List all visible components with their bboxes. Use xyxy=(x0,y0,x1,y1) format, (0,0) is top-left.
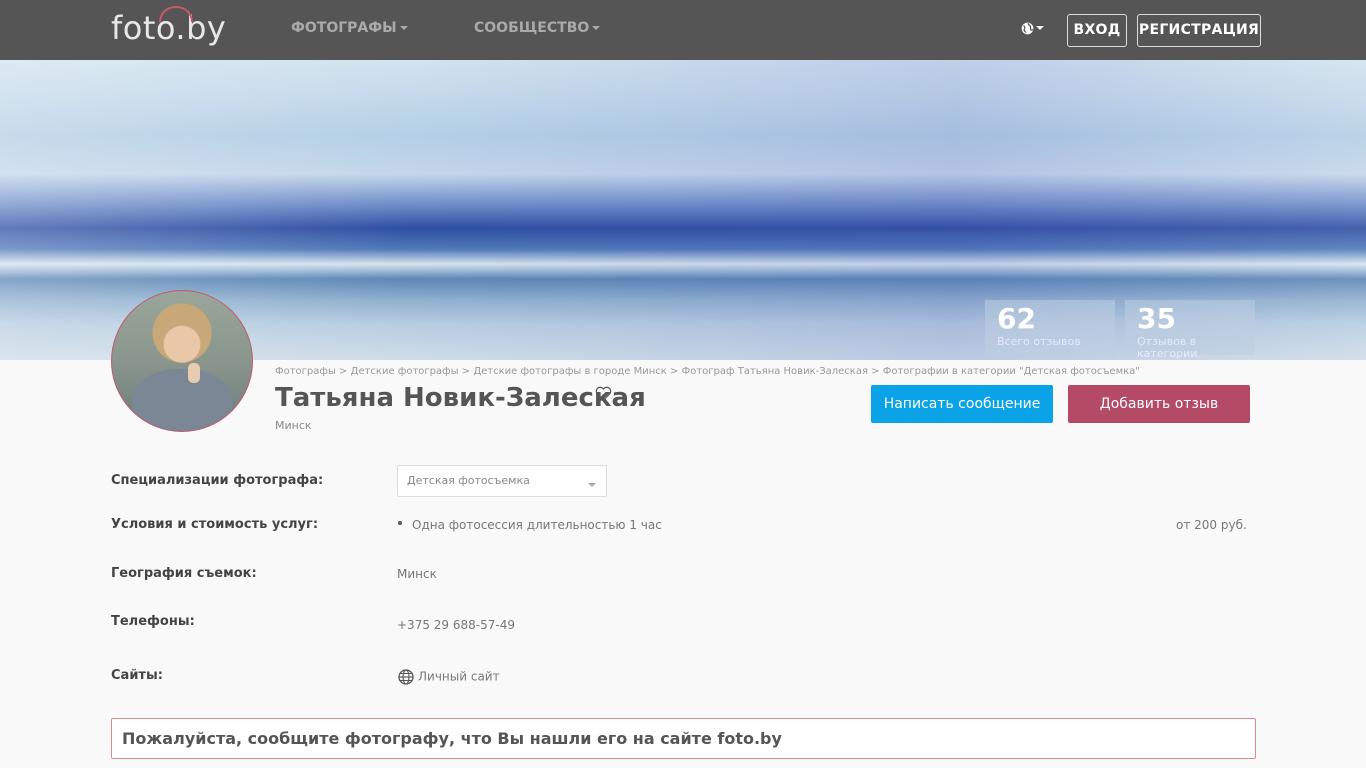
services-label: Условия и стоимость услуг: xyxy=(111,517,319,532)
add-review-button[interactable]: Добавить отзыв xyxy=(1068,385,1250,423)
nav-menu-community[interactable]: СООБЩЕСТВО xyxy=(474,20,601,36)
chevron-down-icon xyxy=(588,483,596,487)
top-navbar: foto.by ФОТОГРАФЫ СООБЩЕСТВО ВХОД РЕГИСТ… xyxy=(0,0,1366,60)
breadcrumb-separator: > xyxy=(339,366,348,377)
page-title: Татьяна Новик-Залеская xyxy=(275,383,646,413)
list-bullet xyxy=(398,521,402,525)
stat-total-reviews-label: Всего отзывов xyxy=(997,335,1081,348)
geography-label: География съемок: xyxy=(111,566,257,581)
stat-category-reviews[interactable]: 35 Отзывов в категории xyxy=(1125,300,1255,360)
register-button[interactable]: РЕГИСТРАЦИЯ xyxy=(1137,14,1261,47)
personal-site-link[interactable]: Личный сайт xyxy=(398,669,500,685)
specialization-select[interactable]: Детская фотосъемка xyxy=(397,465,607,497)
logo[interactable]: foto.by xyxy=(111,6,226,48)
breadcrumb-item[interactable]: Детские фотографы xyxy=(351,366,459,377)
breadcrumb-current: Фотографии в категории "Детская фотосъем… xyxy=(882,366,1140,377)
stat-category-reviews-label: Отзывов в категории xyxy=(1137,335,1198,360)
stat-category-reviews-value: 35 xyxy=(1137,302,1176,335)
breadcrumb-separator: > xyxy=(461,366,471,377)
personal-site-label: Личный сайт xyxy=(418,669,500,684)
notice-box: Пожалуйста, сообщите фотографу, что Вы н… xyxy=(111,718,1256,759)
phones-label: Телефоны: xyxy=(111,614,195,629)
caret-down-icon xyxy=(592,26,601,30)
breadcrumb-item[interactable]: Фотографы xyxy=(275,366,336,377)
breadcrumb-separator: > xyxy=(871,366,880,377)
breadcrumb: Фотографы > Детские фотографы > Детские … xyxy=(275,366,1140,377)
globe-icon xyxy=(1021,22,1034,34)
nav-menu-photographers[interactable]: ФОТОГРАФЫ xyxy=(291,20,408,36)
write-message-button[interactable]: Написать сообщение xyxy=(871,385,1053,423)
favorite-heart-icon[interactable] xyxy=(595,386,612,405)
language-switcher[interactable] xyxy=(1021,20,1044,36)
breadcrumb-item[interactable]: Фотограф Татьяна Новик-Залеская xyxy=(682,366,868,377)
avatar-hand xyxy=(188,363,200,383)
globe-icon xyxy=(398,669,414,685)
stat-total-reviews-value: 62 xyxy=(997,302,1036,335)
breadcrumb-item[interactable]: Детские фотографы в городе Минск xyxy=(473,366,666,377)
geography-value: Минск xyxy=(397,567,437,581)
specialization-select-value: Детская фотосъемка xyxy=(407,474,530,487)
avatar-shawl xyxy=(132,369,232,431)
stat-total-reviews[interactable]: 62 Всего отзывов xyxy=(985,300,1115,355)
profile-city: Минск xyxy=(275,419,312,432)
specializations-label: Специализации фотографа: xyxy=(111,473,324,488)
phone-value: +375 29 688-57-49 xyxy=(397,618,515,632)
sites-label: Сайты: xyxy=(111,668,163,683)
nav-menu-photographers-label: ФОТОГРАФЫ xyxy=(291,20,397,36)
breadcrumb-separator: > xyxy=(670,366,679,377)
caret-down-icon xyxy=(1036,26,1044,30)
caret-down-icon xyxy=(399,26,408,30)
avatar xyxy=(111,290,253,432)
nav-menu-community-label: СООБЩЕСТВО xyxy=(474,20,590,36)
service-item: Одна фотосессия длительностью 1 час xyxy=(412,518,662,532)
service-price: от 200 руб. xyxy=(1176,518,1247,532)
login-button[interactable]: ВХОД xyxy=(1067,14,1127,47)
